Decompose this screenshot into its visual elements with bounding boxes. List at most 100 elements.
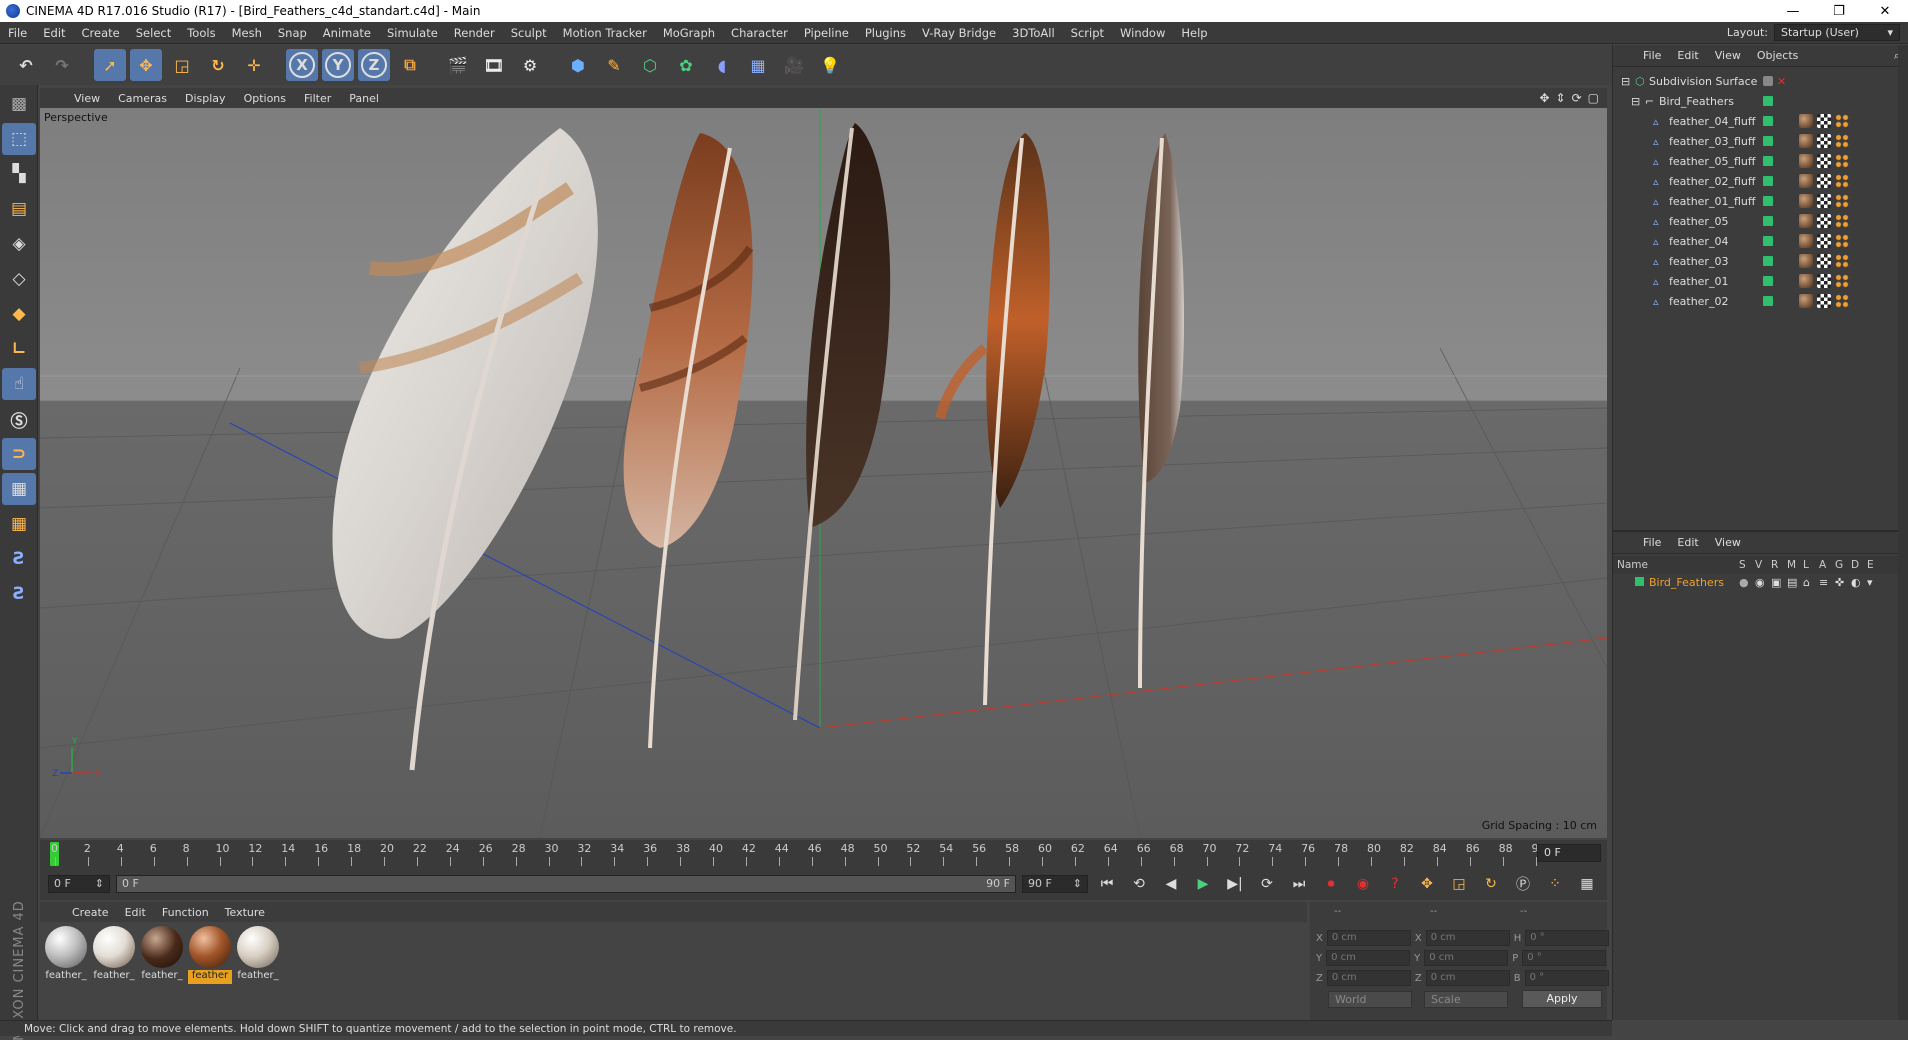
visibility-dot[interactable]	[1763, 156, 1773, 166]
scale-tool-button[interactable]: ◲	[166, 49, 198, 81]
menu-animate[interactable]: Animate	[315, 26, 379, 40]
render-view-button[interactable]: 🎬	[442, 49, 474, 81]
menu-render[interactable]: Render	[446, 26, 503, 40]
menu-motion-tracker[interactable]: Motion Tracker	[555, 26, 655, 40]
object-row-feather[interactable]: ▵ feather_05	[1613, 211, 1908, 231]
minimize-button[interactable]: —	[1770, 4, 1816, 19]
3d-viewport[interactable]: Y X Z Perspective Grid Spacing : 10 cm	[40, 108, 1607, 838]
material-tag-icon[interactable]	[1799, 134, 1813, 148]
parameter-key-button[interactable]: Ⓟ	[1510, 871, 1536, 897]
object-row-feather[interactable]: ▵ feather_02	[1613, 291, 1908, 311]
last-tool-button[interactable]: ✛	[238, 49, 270, 81]
vertex-map-tag-icon[interactable]	[1835, 114, 1849, 128]
next-frame-button[interactable]: ▶|	[1222, 871, 1248, 897]
size-z-field[interactable]: 0 cm	[1425, 970, 1510, 986]
material-tag-icon[interactable]	[1799, 214, 1813, 228]
menu-pipeline[interactable]: Pipeline	[796, 26, 857, 40]
texture-tag-icon[interactable]	[1817, 194, 1831, 208]
undo-button[interactable]: ↶	[10, 49, 42, 81]
layer-menu-edit[interactable]: Edit	[1669, 536, 1706, 549]
menu-edit[interactable]: Edit	[35, 26, 73, 40]
vertex-map-tag-icon[interactable]	[1835, 174, 1849, 188]
layer-row[interactable]: Bird_Feathers ● ◉ ▣ ▤ ⌂ ≡ ✜ ◐ ▾	[1613, 574, 1908, 592]
material-swatch-selected[interactable]: feather	[188, 926, 232, 984]
menu-window[interactable]: Window	[1112, 26, 1173, 40]
rotation-b-field[interactable]: 0 °	[1524, 970, 1609, 986]
vertex-map-tag-icon[interactable]	[1835, 234, 1849, 248]
material-tag-icon[interactable]	[1799, 154, 1813, 168]
visibility-dot[interactable]	[1763, 216, 1773, 226]
expand-icon[interactable]: ⊟	[1631, 95, 1640, 108]
lock-layer-icon[interactable]: ⌂	[1803, 576, 1810, 589]
next-key-button[interactable]: ⟳	[1254, 871, 1280, 897]
rotation-h-field[interactable]: 0 °	[1525, 930, 1610, 946]
vertex-map-tag-icon[interactable]	[1835, 254, 1849, 268]
visibility-dot[interactable]	[1763, 76, 1773, 86]
points-mode-button[interactable]: ◈	[2, 228, 36, 260]
z-axis-lock-button[interactable]: Z	[358, 49, 390, 81]
vertex-map-tag-icon[interactable]	[1835, 214, 1849, 228]
deformers-layer-icon[interactable]: ◐	[1851, 576, 1861, 589]
disable-icon[interactable]: ✕	[1777, 75, 1786, 88]
vertex-map-tag-icon[interactable]	[1835, 274, 1849, 288]
texture-tag-icon[interactable]	[1817, 114, 1831, 128]
object-menu-file[interactable]: File	[1635, 49, 1669, 62]
position-x-field[interactable]: 0 cm	[1326, 930, 1411, 946]
viewport-menu-filter[interactable]: Filter	[296, 92, 339, 105]
material-tag-icon[interactable]	[1799, 194, 1813, 208]
render-picture-viewer-button[interactable]: 🎞	[478, 49, 510, 81]
manager-layer-icon[interactable]: ▤	[1787, 576, 1797, 589]
viewport-menu-cameras[interactable]: Cameras	[110, 92, 175, 105]
animation-layer-icon[interactable]: ≡	[1819, 576, 1828, 589]
previous-key-button[interactable]: ⟲	[1126, 871, 1152, 897]
go-to-end-button[interactable]: ⏭	[1286, 871, 1312, 897]
object-menu-objects[interactable]: Objects	[1749, 49, 1807, 62]
light-button[interactable]: 💡	[814, 49, 846, 81]
menu-snap[interactable]: Snap	[270, 26, 315, 40]
material-tag-icon[interactable]	[1799, 254, 1813, 268]
menu-mesh[interactable]: Mesh	[224, 26, 270, 40]
material-swatch[interactable]: feather_	[236, 926, 280, 984]
make-editable-button[interactable]: ▩	[2, 88, 36, 120]
python-script-2-button[interactable]: Ƨ	[2, 578, 36, 610]
size-mode-dropdown[interactable]: Scale	[1424, 991, 1508, 1008]
planar-workplane-button[interactable]: ▦	[2, 508, 36, 540]
layout-select[interactable]: Startup (User) ▾	[1774, 24, 1900, 41]
menu-sculpt[interactable]: Sculpt	[503, 26, 555, 40]
material-swatch[interactable]: feather_	[44, 926, 88, 984]
menu-help[interactable]: Help	[1173, 26, 1215, 40]
view-layer-icon[interactable]: ◉	[1755, 576, 1765, 589]
redo-button[interactable]: ↷	[46, 49, 78, 81]
visibility-dot[interactable]	[1763, 256, 1773, 266]
visibility-dot[interactable]	[1763, 296, 1773, 306]
maximize-view-icon[interactable]: ▢	[1588, 91, 1599, 105]
current-frame-field[interactable]: 0 F	[1537, 844, 1601, 862]
visibility-dot[interactable]	[1763, 116, 1773, 126]
rotate-view-icon[interactable]: ⟳	[1572, 91, 1582, 105]
edges-mode-button[interactable]: ◇	[2, 263, 36, 295]
visibility-dot[interactable]	[1763, 136, 1773, 146]
material-tag-icon[interactable]	[1799, 234, 1813, 248]
autokey-button[interactable]: ◉	[1350, 871, 1376, 897]
apply-button[interactable]: Apply	[1522, 990, 1602, 1008]
object-row-feather[interactable]: ▵ feather_01_fluff	[1613, 191, 1908, 211]
viewport-menu-panel[interactable]: Panel	[341, 92, 387, 105]
rotation-p-field[interactable]: 0 °	[1522, 950, 1607, 966]
x-axis-lock-button[interactable]: X	[286, 49, 318, 81]
menu-vray-bridge[interactable]: V-Ray Bridge	[914, 26, 1004, 40]
expand-icon[interactable]: ⊟	[1621, 75, 1630, 88]
material-swatch[interactable]: feather_	[92, 926, 136, 984]
polygons-mode-button[interactable]: ◆	[2, 298, 36, 330]
material-menu-texture[interactable]: Texture	[217, 906, 273, 919]
render-settings-button[interactable]: ⚙	[514, 49, 546, 81]
play-forward-button[interactable]: ▶	[1190, 871, 1216, 897]
size-x-field[interactable]: 0 cm	[1425, 930, 1510, 946]
material-tag-icon[interactable]	[1799, 114, 1813, 128]
vertex-map-tag-icon[interactable]	[1835, 134, 1849, 148]
menu-create[interactable]: Create	[74, 26, 128, 40]
texture-tag-icon[interactable]	[1817, 174, 1831, 188]
record-keys-button[interactable]: ⏺	[1318, 871, 1344, 897]
texture-tag-icon[interactable]	[1817, 234, 1831, 248]
snap-button[interactable]: ⊃	[2, 438, 36, 470]
object-row-feather[interactable]: ▵ feather_03_fluff	[1613, 131, 1908, 151]
